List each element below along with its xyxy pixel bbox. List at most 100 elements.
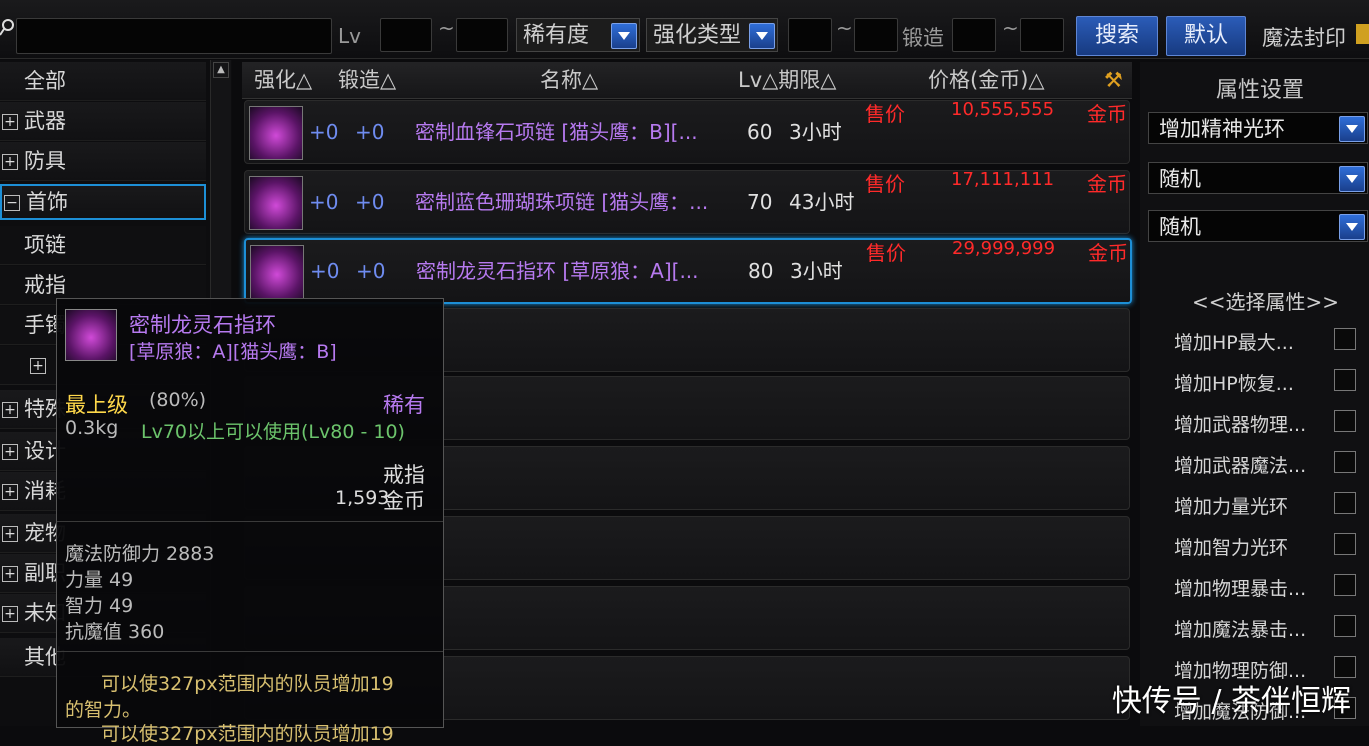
row-sale-label: 售价	[865, 172, 905, 196]
attribute-label: 增加智力光环	[1174, 537, 1289, 559]
random-dropdown-2[interactable]: 随机	[1148, 210, 1368, 242]
item-tooltip: 密制龙灵石指环 [草原狼：A][猫头鹰：B] 最上级 (80%) 稀有 0.3k…	[56, 298, 444, 745]
expand-icon[interactable]: +	[2, 444, 18, 460]
random-dropdown-1[interactable]: 随机	[1148, 162, 1368, 194]
panel-title: 属性设置	[1216, 78, 1305, 103]
attribute-label: 增加力量光环	[1174, 496, 1289, 518]
attribute-label: 增加武器魔法...	[1174, 455, 1307, 477]
row-period: 3小时	[790, 259, 843, 283]
column-header-forge[interactable]: 锻造△	[338, 62, 396, 98]
enhance-type-dropdown[interactable]: 强化类型	[646, 18, 778, 52]
tooltip-grade: 最上级	[65, 393, 128, 417]
search-button[interactable]: 搜索	[1076, 16, 1158, 56]
collapse-icon[interactable]: −	[4, 195, 20, 211]
row-enhance: +0	[309, 190, 339, 214]
divider	[57, 651, 443, 652]
enhance-max-input[interactable]	[854, 18, 898, 52]
row-name: 密制蓝色珊瑚珠项链 [猫头鹰：...	[415, 190, 709, 214]
attribute-checkbox[interactable]	[1334, 369, 1356, 391]
attribute-label: 增加HP恢复...	[1174, 373, 1294, 395]
sidebar-item-accessories[interactable]: − 首饰	[0, 184, 206, 220]
sidebar-item-armor[interactable]: + 防具	[0, 142, 206, 181]
sidebar-item-label: 防具	[24, 149, 66, 173]
lv-range-tilde: ~	[438, 16, 455, 40]
expand-icon[interactable]: +	[2, 114, 18, 130]
column-header-lv-period[interactable]: Lv△期限△	[738, 62, 836, 98]
expand-icon[interactable]: +	[2, 402, 18, 418]
forge-min-input[interactable]	[952, 18, 996, 52]
rarity-dropdown-label: 稀有度	[523, 23, 590, 48]
expand-icon[interactable]: +	[2, 154, 18, 170]
enhance-type-dropdown-label: 强化类型	[653, 23, 742, 48]
dropdown-value: 随机	[1159, 215, 1201, 239]
chevron-down-icon	[1339, 166, 1365, 192]
attribute-checkbox[interactable]	[1334, 533, 1356, 555]
forge-label: 锻造	[902, 26, 944, 50]
sidebar-item-necklace[interactable]: 项链	[0, 226, 206, 265]
ring-icon	[65, 309, 117, 361]
attribute-label: 增加HP最大...	[1174, 332, 1294, 354]
row-currency: 金币	[1088, 241, 1128, 265]
column-header-name[interactable]: 名称△	[540, 62, 598, 98]
attribute-checkbox[interactable]	[1334, 451, 1356, 473]
tooltip-stat: 魔法防御力 2883	[65, 543, 215, 565]
row-forge: +0	[355, 120, 385, 144]
tooltip-description: 可以使327px范围内的队员增加19	[101, 673, 394, 695]
magic-seal-checkbox[interactable]	[1356, 24, 1369, 44]
row-sale-label: 售价	[866, 241, 906, 265]
magic-seal-label: 魔法封印	[1262, 26, 1346, 50]
lv-min-input[interactable]	[380, 18, 432, 52]
expand-icon[interactable]: +	[2, 484, 18, 500]
lv-label: Lv	[338, 24, 361, 48]
expand-icon[interactable]: +	[2, 566, 18, 582]
tooltip-stat: 力量 49	[65, 569, 134, 591]
row-period: 3小时	[789, 120, 842, 144]
forge-max-input[interactable]	[1020, 18, 1064, 52]
table-row-selected[interactable]: +0 +0 密制龙灵石指环 [草原狼：A][... 80 3小时 售价 29,9…	[244, 238, 1132, 304]
default-button[interactable]: 默认	[1166, 16, 1246, 56]
row-enhance: +0	[310, 259, 340, 283]
aura-dropdown[interactable]: 增加精神光环	[1148, 112, 1368, 144]
row-lv: 60	[747, 120, 773, 144]
search-input[interactable]	[16, 18, 332, 54]
enhance-min-input[interactable]	[788, 18, 832, 52]
select-attributes-title: <<选择属性>>	[1192, 290, 1340, 314]
row-period: 43小时	[789, 190, 855, 214]
row-name: 密制血锋石项链 [猫头鹰：B][...	[415, 120, 698, 144]
attribute-label: 增加物理暴击...	[1174, 578, 1307, 600]
attribute-checkbox[interactable]	[1334, 574, 1356, 596]
lv-max-input[interactable]	[456, 18, 508, 52]
dropdown-value: 增加精神光环	[1159, 117, 1285, 141]
attribute-settings-panel: 属性设置 增加精神光环 随机 随机 <<选择属性>> 增加HP最大... 增加H…	[1140, 62, 1369, 726]
column-header-enhance[interactable]: 强化△	[254, 62, 312, 98]
sidebar-item-label: 首饰	[26, 190, 68, 214]
expand-icon[interactable]: +	[2, 606, 18, 622]
watermark: 快传号 / 茶伴恒辉	[1111, 684, 1351, 719]
attribute-checkbox[interactable]	[1334, 410, 1356, 432]
tooltip-stat: 智力 49	[65, 595, 134, 617]
sidebar-item-label: 武器	[24, 109, 66, 133]
attribute-checkbox[interactable]	[1334, 615, 1356, 637]
rarity-dropdown[interactable]: 稀有度	[516, 18, 640, 52]
tooltip-item-name: 密制龙灵石指环	[129, 313, 276, 337]
row-currency: 金币	[1087, 172, 1127, 196]
expand-icon[interactable]: +	[2, 526, 18, 542]
tooltip-price-unit: 金币	[383, 489, 425, 513]
chevron-down-icon	[1339, 214, 1365, 240]
sidebar-item-weapons[interactable]: + 武器	[0, 102, 206, 141]
row-forge: +0	[355, 190, 385, 214]
expand-icon[interactable]: +	[30, 358, 46, 374]
attribute-checkbox[interactable]	[1334, 328, 1356, 350]
scroll-up-icon[interactable]: ▲	[213, 62, 229, 78]
chevron-down-icon	[749, 23, 775, 49]
row-sale-label: 售价	[865, 102, 905, 126]
forge-range-tilde: ~	[1002, 16, 1019, 40]
sidebar-item-all[interactable]: 全部	[0, 62, 206, 101]
sidebar-item-label: 全部	[24, 69, 66, 93]
attribute-checkbox[interactable]	[1334, 492, 1356, 514]
tooltip-description: 可以使327px范围内的队员增加19	[101, 723, 394, 745]
attribute-checkbox[interactable]	[1334, 656, 1356, 678]
tooltip-sell-price: 1,593	[335, 487, 390, 509]
necklace-icon	[249, 106, 303, 160]
search-icon	[0, 18, 14, 36]
